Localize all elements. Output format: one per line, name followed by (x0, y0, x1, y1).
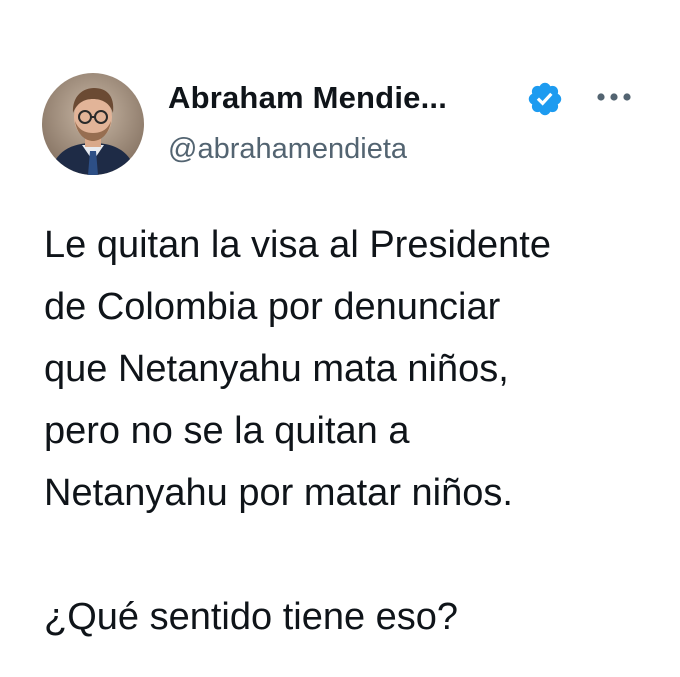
verified-badge-icon (526, 80, 564, 118)
avatar-photo (42, 73, 144, 175)
avatar[interactable] (42, 73, 144, 175)
display-name[interactable]: Abraham Mendie... (168, 78, 447, 118)
tweet-line: Netanyahu por matar niños. (44, 472, 513, 514)
paragraph-break (44, 524, 644, 586)
user-handle[interactable]: @abrahamendieta (168, 130, 407, 168)
tweet-line: Le quitan la visa al Presidente (44, 224, 551, 266)
tweet-line: de Colombia por denunciar (44, 286, 501, 328)
more-options-icon[interactable] (594, 90, 634, 104)
tweet-line: que Netanyahu mata niños, (44, 348, 509, 390)
tweet-line: pero no se la quitan a (44, 410, 410, 452)
tweet-card: Abraham Mendie... @abrahamendieta Le qui… (0, 0, 680, 677)
tweet-text: Le quitan la visa al Presidente de Colom… (44, 214, 644, 648)
tweet-closing-line: ¿Qué sentido tiene eso? (44, 596, 459, 638)
